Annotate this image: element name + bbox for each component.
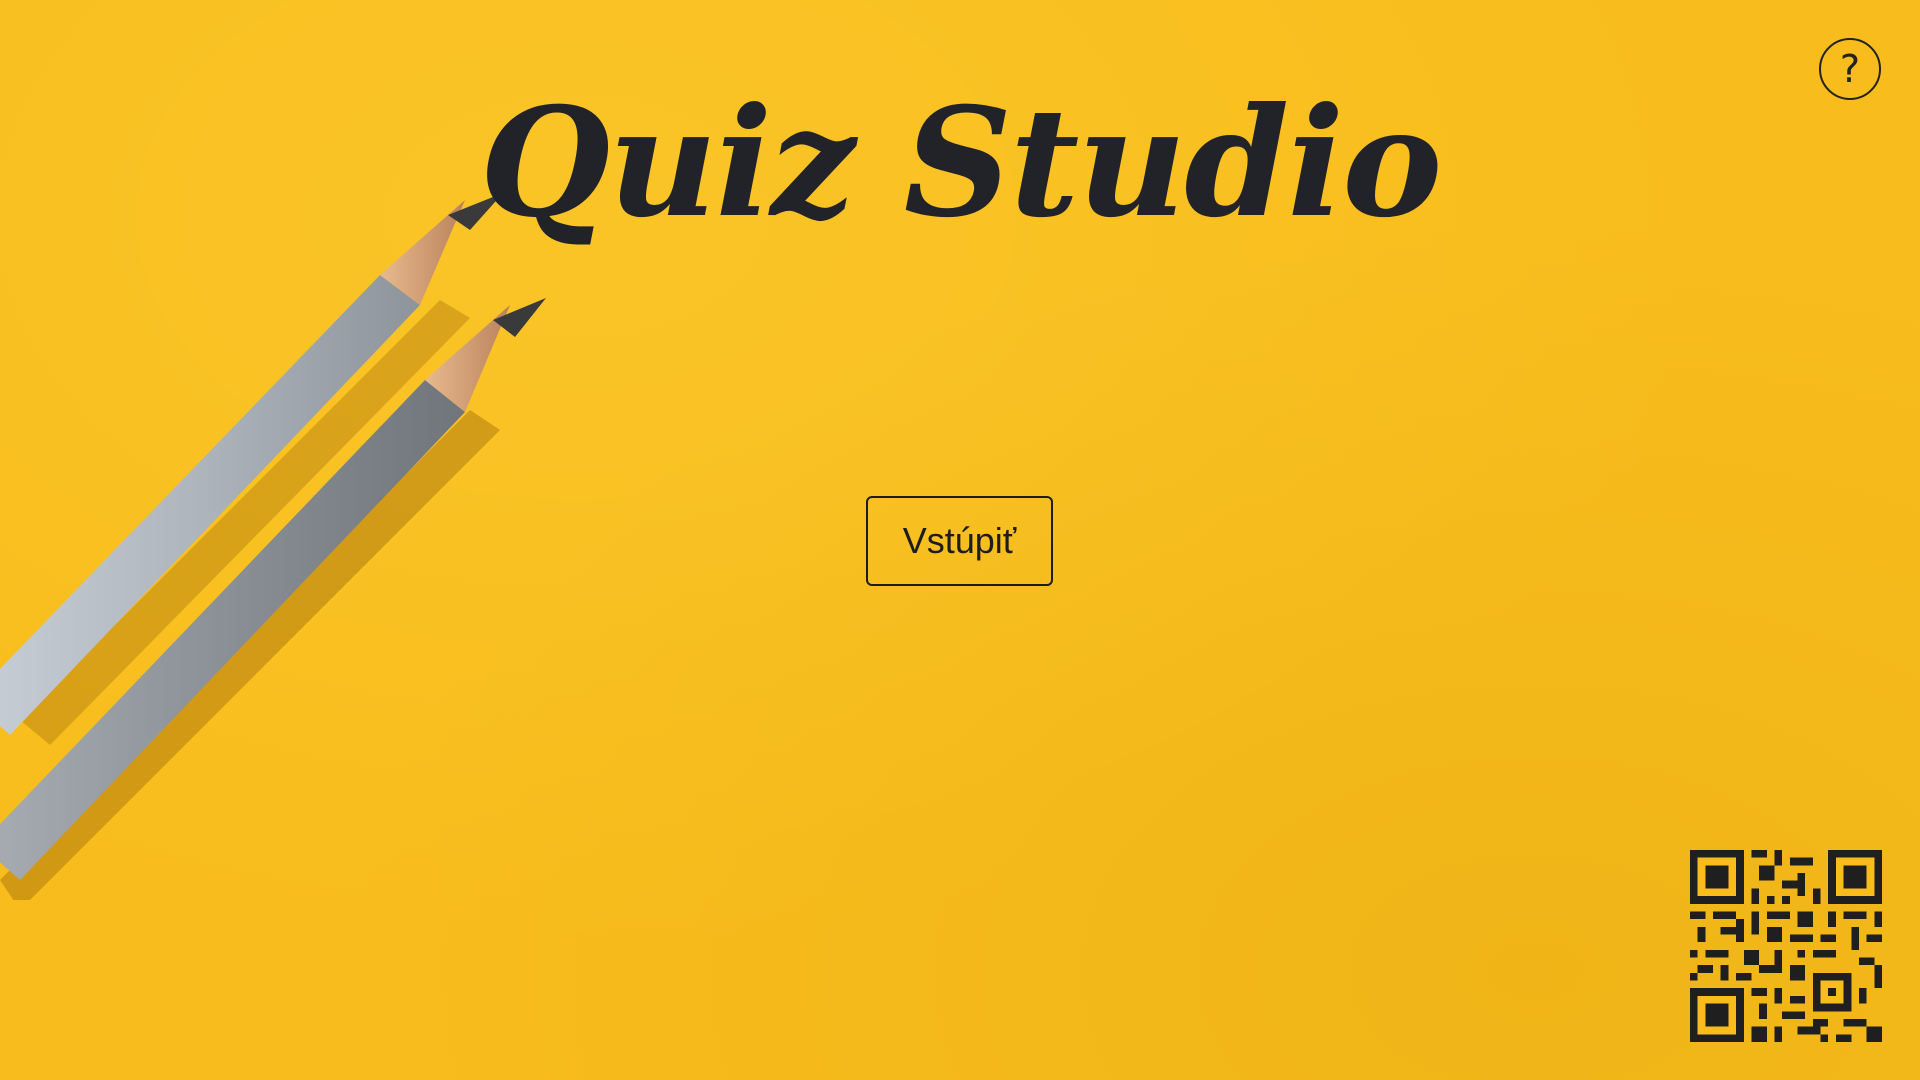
app-title: Quiz Studio xyxy=(479,75,1443,251)
qr-code-image xyxy=(1690,850,1882,1042)
question-mark-icon: ? xyxy=(1839,47,1861,91)
enter-button[interactable]: Vstúpiť xyxy=(866,496,1053,586)
help-button[interactable]: ? xyxy=(1819,38,1881,100)
